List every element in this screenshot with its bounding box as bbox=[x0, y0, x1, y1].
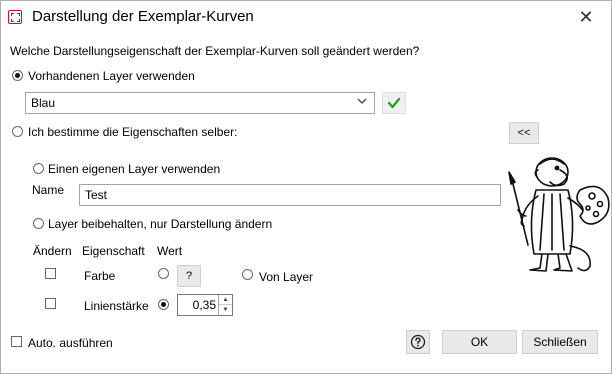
ok-button[interactable]: OK bbox=[442, 330, 517, 354]
stepper-down-icon[interactable]: ▼ bbox=[219, 305, 232, 315]
change-color-checkbox[interactable] bbox=[45, 268, 56, 279]
auto-execute-label[interactable]: Auto. ausführen bbox=[28, 336, 113, 350]
layer-select-value: Blau bbox=[31, 96, 56, 110]
radio-custom-properties-label[interactable]: Ich bestimme die Eigenschaften selber: bbox=[28, 125, 237, 139]
layer-select[interactable]: Blau bbox=[25, 92, 375, 114]
chevron-down-icon bbox=[356, 96, 368, 110]
color-picker-button[interactable]: ? bbox=[177, 265, 201, 287]
artist-mascot-illustration bbox=[508, 157, 610, 272]
close-window-button[interactable]: ✕ bbox=[574, 6, 598, 28]
question-text: Welche Darstellungseigenschaft der Exemp… bbox=[10, 44, 420, 58]
linewidth-value[interactable]: 0,35 bbox=[193, 298, 216, 312]
radio-color-custom[interactable] bbox=[158, 268, 169, 279]
stepper-up-icon[interactable]: ▲ bbox=[219, 295, 232, 305]
collapse-button[interactable]: << bbox=[509, 122, 539, 144]
checkmark-icon bbox=[387, 97, 401, 109]
auto-execute-checkbox[interactable] bbox=[11, 336, 22, 347]
color-from-layer-label[interactable]: Von Layer bbox=[259, 270, 313, 284]
column-header-property: Eigenschaft bbox=[82, 244, 145, 258]
radio-own-layer[interactable] bbox=[33, 163, 44, 174]
column-header-change: Ändern bbox=[33, 244, 72, 258]
title-bar: Darstellung der Exemplar-Kurven ✕ bbox=[0, 0, 612, 36]
radio-linewidth-custom[interactable] bbox=[158, 299, 169, 310]
help-button[interactable] bbox=[406, 330, 430, 354]
radio-existing-layer[interactable] bbox=[12, 70, 23, 81]
stepper-buttons: ▲ ▼ bbox=[218, 295, 232, 315]
property-linewidth-label: Linienstärke bbox=[84, 299, 149, 313]
property-color-label: Farbe bbox=[84, 269, 116, 283]
help-icon bbox=[410, 334, 426, 350]
radio-color-from-layer[interactable] bbox=[242, 269, 253, 280]
confirm-layer-button[interactable] bbox=[382, 92, 406, 114]
name-label: Name bbox=[32, 183, 65, 197]
app-icon bbox=[8, 10, 22, 24]
radio-existing-layer-label[interactable]: Vorhandenen Layer verwenden bbox=[28, 69, 195, 83]
radio-keep-layer[interactable] bbox=[33, 218, 44, 229]
close-button[interactable]: Schließen bbox=[522, 330, 598, 354]
radio-keep-layer-label[interactable]: Layer beibehalten, nur Darstellung änder… bbox=[48, 217, 272, 231]
column-header-value: Wert bbox=[157, 244, 183, 258]
radio-custom-properties[interactable] bbox=[12, 126, 23, 137]
name-input[interactable]: Test bbox=[79, 184, 501, 206]
radio-own-layer-label[interactable]: Einen eigenen Layer verwenden bbox=[48, 162, 220, 176]
change-linewidth-checkbox[interactable] bbox=[45, 298, 56, 309]
linewidth-stepper[interactable]: 0,35 ▲ ▼ bbox=[177, 294, 233, 316]
window-title: Darstellung der Exemplar-Kurven bbox=[32, 8, 254, 25]
